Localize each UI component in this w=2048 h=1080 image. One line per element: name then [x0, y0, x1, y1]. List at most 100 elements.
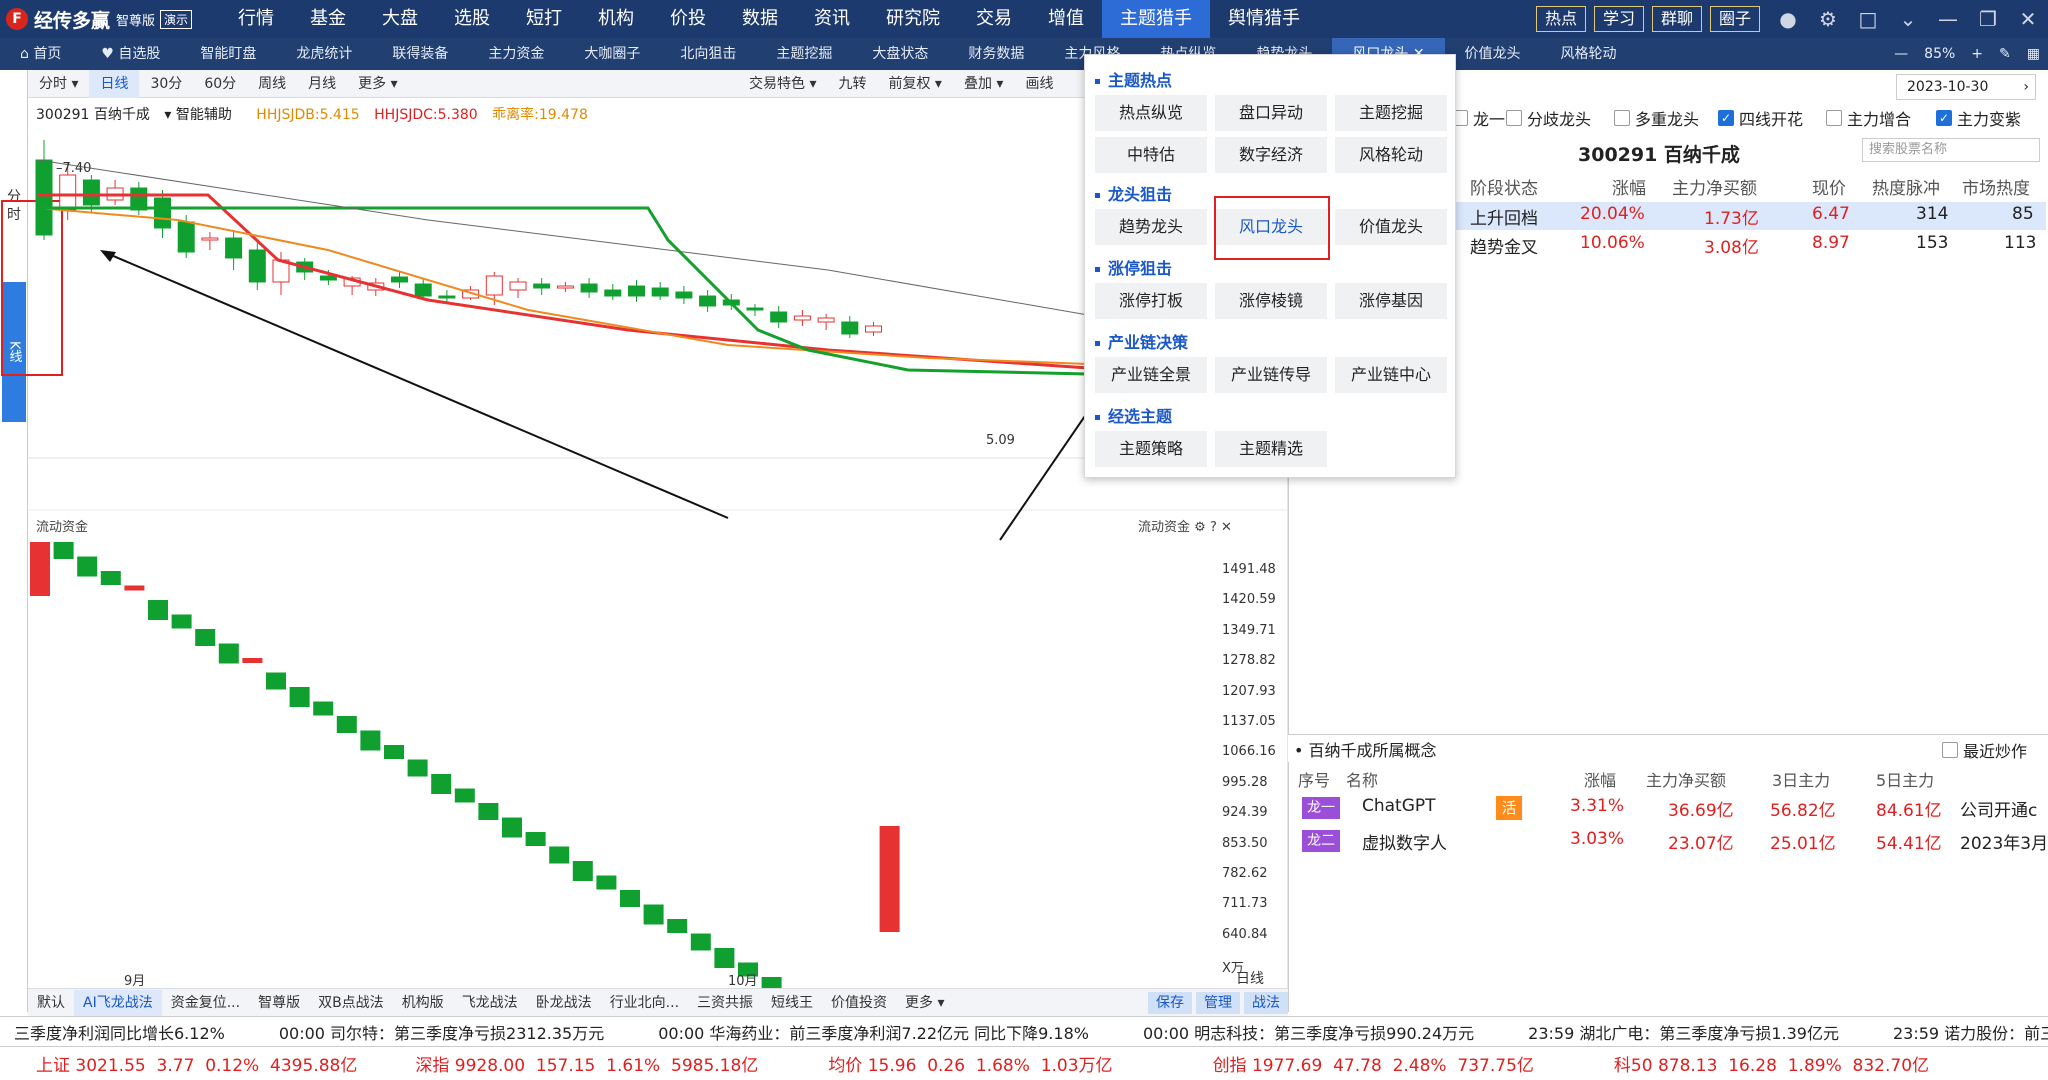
- news-item[interactable]: 00:00 司尔特：第三季度净亏损2312.35万元: [279, 1020, 604, 1044]
- gear-icon[interactable]: ⚙: [1808, 7, 1848, 31]
- tab-market-state[interactable]: 大盘状态: [852, 38, 948, 70]
- ind-value-invest[interactable]: 价值投资: [822, 990, 896, 1016]
- menu-duanda[interactable]: 短打: [508, 0, 580, 38]
- date-picker[interactable]: 2023-10-30 ›: [1896, 74, 2036, 100]
- ind-ai-dragon[interactable]: AI飞龙战法: [74, 989, 162, 1016]
- period-30min[interactable]: 30分: [139, 70, 193, 98]
- minimize-icon[interactable]: —: [1928, 7, 1968, 31]
- menu-hot-overview[interactable]: 热点纵览: [1095, 95, 1207, 131]
- checkbox-multi[interactable]: [1614, 110, 1630, 126]
- index-sh[interactable]: 上证 3021.55 3.77 0.12% 4395.88亿: [36, 1051, 357, 1076]
- menu-limit-board[interactable]: 涨停打板: [1095, 283, 1207, 319]
- ind-triple-resonance[interactable]: 三资共振: [688, 990, 762, 1016]
- tab-finance[interactable]: 财务数据: [948, 38, 1044, 70]
- overlay-button[interactable]: 叠加 ▾: [953, 70, 1014, 98]
- tab-value-leader[interactable]: 价值龙头: [1445, 38, 1541, 70]
- edit-icon[interactable]: ✎: [1991, 46, 2019, 62]
- period-daily[interactable]: 日线: [89, 69, 140, 98]
- tab-watchlist[interactable]: ♥ 自选股: [81, 38, 180, 70]
- close-icon[interactable]: ✕: [1221, 520, 1232, 535]
- ind-fund-reset[interactable]: 资金复位...: [162, 990, 249, 1016]
- circle-button[interactable]: 圈子: [1709, 6, 1760, 32]
- stock-search-input[interactable]: 搜索股票名称: [1862, 138, 2040, 162]
- recent-hype-toggle[interactable]: 最近炒作: [1942, 738, 2027, 762]
- period-monthly[interactable]: 月线: [297, 70, 347, 98]
- demo-badge[interactable]: 演示: [160, 9, 193, 29]
- menu-zengzhi[interactable]: 增值: [1030, 0, 1102, 38]
- menu-zixun[interactable]: 资讯: [796, 0, 868, 38]
- menu-value-leader[interactable]: 价值龙头: [1335, 209, 1447, 245]
- window-icon[interactable]: □: [1848, 7, 1888, 31]
- menu-zhongte[interactable]: 中特估: [1095, 137, 1207, 173]
- trade-feature-button[interactable]: 交易特色 ▾: [738, 70, 827, 98]
- tab-north[interactable]: 北向狙击: [660, 38, 756, 70]
- zoom-in-icon[interactable]: +: [1963, 46, 1991, 62]
- ind-double-b[interactable]: 双B点战法: [309, 990, 393, 1016]
- settings-icon[interactable]: ⚙: [1194, 520, 1206, 535]
- zoom-out-icon[interactable]: —: [1886, 46, 1916, 62]
- chevron-right-icon[interactable]: ›: [2023, 75, 2029, 99]
- tab-liande[interactable]: 联得装备: [372, 38, 468, 70]
- menu-limit-gene[interactable]: 涨停基因: [1335, 283, 1447, 319]
- menu-jijin[interactable]: 基金: [292, 0, 364, 38]
- tab-theme-mining[interactable]: 主题挖掘: [756, 38, 852, 70]
- manage-button[interactable]: 管理: [1196, 991, 1240, 1014]
- tab-smart-monitor[interactable]: 智能盯盘: [180, 38, 276, 70]
- period-60min[interactable]: 60分: [193, 70, 247, 98]
- period-fenshi[interactable]: 分时 ▾: [28, 70, 89, 98]
- news-item[interactable]: 三季度净利润同比增长6.12%: [14, 1020, 225, 1044]
- filter-four-lines[interactable]: ✓ 四线开花: [1718, 106, 1803, 130]
- period-weekly[interactable]: 周线: [247, 70, 297, 98]
- checkbox-main-increase[interactable]: [1826, 110, 1842, 126]
- grid-icon[interactable]: ▦: [2019, 46, 2048, 62]
- save-button[interactable]: 保存: [1148, 991, 1192, 1014]
- index-cyb[interactable]: 创指 1977.69 47.78 2.48% 737.75亿: [1213, 1051, 1534, 1076]
- chevron-down-icon[interactable]: ⌄: [1888, 7, 1928, 31]
- user-icon[interactable]: ●: [1768, 7, 1808, 31]
- menu-trend-leader[interactable]: 趋势龙头: [1095, 209, 1207, 245]
- menu-theme-strategy[interactable]: 主题策略: [1095, 431, 1207, 467]
- ind-zhizun[interactable]: 智尊版: [249, 990, 309, 1016]
- menu-sentiment-hunter[interactable]: 舆情猎手: [1210, 0, 1318, 38]
- menu-chain-transmit[interactable]: 产业链传导: [1215, 357, 1327, 393]
- news-ticker[interactable]: 三季度净利润同比增长6.12% 00:00 司尔特：第三季度净亏损2312.35…: [0, 1016, 2048, 1046]
- menu-yanjiuyuan[interactable]: 研究院: [868, 0, 958, 38]
- menu-jiaoyi[interactable]: 交易: [958, 0, 1030, 38]
- checkbox-recent[interactable]: [1942, 742, 1958, 758]
- menu-dapan[interactable]: 大盘: [364, 0, 436, 38]
- menu-theme-hunter[interactable]: 主题猎手: [1102, 0, 1210, 38]
- menu-jigou[interactable]: 机构: [580, 0, 652, 38]
- tab-main-funds[interactable]: 主力资金: [468, 38, 564, 70]
- tab-dragon-tiger[interactable]: 龙虎统计: [276, 38, 372, 70]
- tab-style-rotation[interactable]: 风格轮动: [1541, 38, 1637, 70]
- close-icon[interactable]: ✕: [2008, 7, 2048, 31]
- menu-chain-center[interactable]: 产业链中心: [1335, 357, 1447, 393]
- menu-order-anomaly[interactable]: 盘口异动: [1215, 95, 1327, 131]
- index-sz[interactable]: 深指 9928.00 157.15 1.61% 5985.18亿: [415, 1051, 758, 1076]
- help-icon[interactable]: ?: [1210, 520, 1217, 535]
- index-k50[interactable]: 科50 878.13 16.28 1.89% 832.70亿: [1614, 1051, 1929, 1076]
- menu-digital-economy[interactable]: 数字经济: [1215, 137, 1327, 173]
- news-item[interactable]: 00:00 明志科技：第三季度净亏损990.24万元: [1143, 1020, 1474, 1044]
- news-item[interactable]: 23:59 湖北广电：第三季度净亏损1.39亿元: [1528, 1020, 1839, 1044]
- menu-chain-panorama[interactable]: 产业链全景: [1095, 357, 1207, 393]
- filter-multi[interactable]: 多重龙头: [1614, 106, 1699, 130]
- filter-main-increase[interactable]: 主力增合: [1826, 106, 1911, 130]
- index-avg[interactable]: 均价 15.96 0.26 1.68% 1.03万亿: [828, 1051, 1112, 1076]
- tab-big-circle[interactable]: 大咖圈子: [564, 38, 660, 70]
- jiuzhuan-button[interactable]: 九转: [827, 70, 877, 98]
- adjust-button[interactable]: 前复权 ▾: [877, 70, 952, 98]
- strategy-button[interactable]: 战法: [1244, 991, 1288, 1014]
- period-more[interactable]: 更多 ▾: [347, 70, 408, 98]
- ind-crouching-dragon[interactable]: 卧龙战法: [527, 990, 601, 1016]
- menu-xuangu[interactable]: 选股: [436, 0, 508, 38]
- news-item[interactable]: 23:59 诺力股份：前三: [1893, 1020, 2048, 1044]
- menu-shuju[interactable]: 数据: [724, 0, 796, 38]
- news-item[interactable]: 00:00 华海药业：前三季度净利润7.22亿元 同比下降9.18%: [658, 1020, 1089, 1044]
- ind-industry-north[interactable]: 行业北向...: [601, 990, 688, 1016]
- ind-short-king[interactable]: 短线王: [762, 990, 822, 1016]
- restore-icon[interactable]: ❐: [1968, 7, 2008, 31]
- concept-name[interactable]: ChatGPT: [1362, 796, 1436, 816]
- ind-default[interactable]: 默认: [28, 990, 74, 1016]
- filter-divergence[interactable]: 分歧龙头: [1506, 106, 1591, 130]
